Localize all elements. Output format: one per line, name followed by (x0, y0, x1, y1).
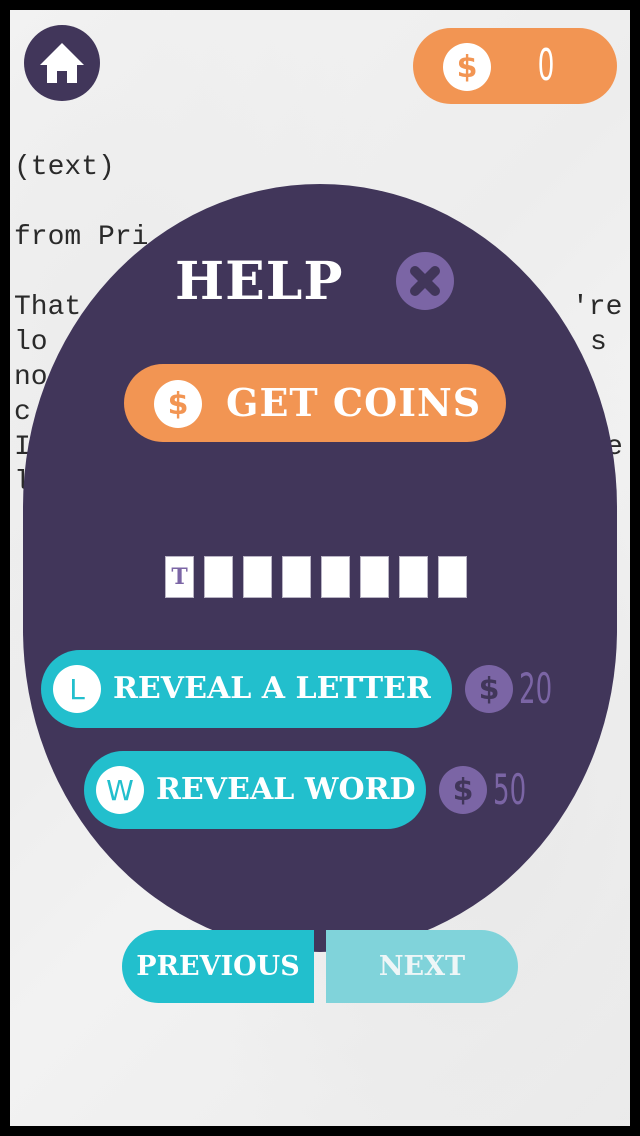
home-icon (40, 43, 84, 83)
reveal-letter-button[interactable]: L REVEAL A LETTER (41, 650, 452, 728)
letter-slot (360, 556, 389, 598)
cost-amount: 20 (519, 664, 553, 713)
background-text-line: c (14, 397, 31, 428)
word-badge-icon: W (96, 766, 144, 814)
reveal-word-label: REVEAL WORD (156, 772, 416, 807)
dollar-coin-icon: $ (439, 766, 487, 814)
close-button[interactable] (396, 252, 454, 310)
letter-slot (399, 556, 428, 598)
background-text-line: That (14, 292, 82, 323)
reveal-letter-label: REVEAL A LETTER (113, 671, 431, 706)
letter-slot (204, 556, 233, 598)
cost-amount: 50 (493, 765, 527, 814)
background-text-line: lo (14, 327, 48, 358)
dollar-coin-icon: $ (465, 665, 513, 713)
letter-slot: T (165, 556, 194, 598)
letter-badge-icon: L (53, 665, 101, 713)
background-text-line: from Pri (14, 222, 149, 253)
next-button[interactable]: NEXT (326, 930, 518, 1003)
coin-balance: 0 (537, 40, 555, 91)
letter-slot (243, 556, 272, 598)
previous-button[interactable]: PREVIOUS (122, 930, 314, 1003)
coin-balance-display[interactable]: $ 0 (413, 28, 617, 104)
reveal-word-cost: $ 50 (439, 765, 546, 815)
background-text-fragment: s (590, 327, 607, 358)
letter-slot (321, 556, 350, 598)
background-text-fragment: 're (572, 292, 623, 323)
dollar-coin-icon: $ (443, 43, 491, 91)
word-slots: T (165, 556, 467, 598)
letter-slot (282, 556, 311, 598)
reveal-letter-cost: $ 20 (465, 664, 572, 714)
dollar-coin-icon: $ (154, 380, 202, 428)
get-coins-label: GET COINS (226, 380, 482, 425)
letter-slot (438, 556, 467, 598)
close-x-icon (410, 266, 440, 296)
reveal-word-button[interactable]: W REVEAL WORD (84, 751, 426, 829)
help-title: HELP (175, 251, 344, 312)
get-coins-button[interactable]: $ GET COINS (124, 364, 506, 442)
background-text-line: (text) (14, 152, 115, 183)
home-button[interactable] (24, 25, 100, 101)
